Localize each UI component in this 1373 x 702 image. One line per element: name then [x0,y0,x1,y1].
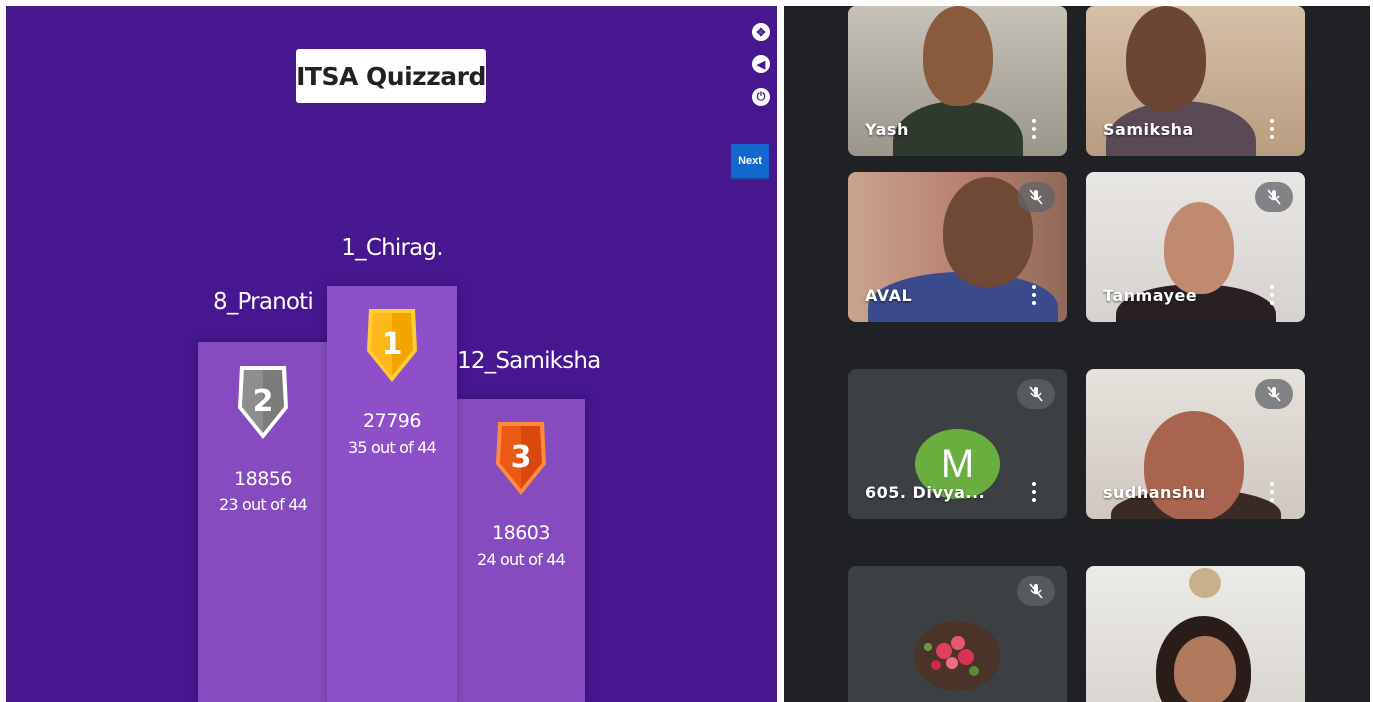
more-options-icon[interactable] [1031,285,1037,305]
quiz-title: ITSA Quizzard [296,49,486,103]
fullscreen-icon[interactable]: ✥ [752,23,770,41]
podium-second-name: 8_Pranoti [212,289,314,315]
power-icon[interactable]: ⏻ [752,88,770,106]
mic-muted-icon [1017,379,1055,409]
podium-first: 1 27796 35 out of 44 [327,286,457,702]
next-button[interactable]: Next [731,144,769,178]
podium-second-score: 18856 [234,468,292,490]
silver-medal-icon: 2 [238,366,288,439]
flower-avatar [914,621,1000,691]
participant-tile-divya[interactable]: M 605. Divya... [848,369,1067,519]
participant-name: Yash [865,120,909,139]
participant-tile-samiksha[interactable]: Samiksha [1086,6,1305,156]
podium-third-name: 12_Samiksha [457,348,601,374]
volume-icon[interactable]: ◀ [752,55,770,73]
participant-tile-flower[interactable] [848,566,1067,702]
podium-second: 2 18856 23 out of 44 [198,342,328,702]
more-options-icon[interactable] [1031,119,1037,139]
participant-tile-aval[interactable]: AVAL [848,172,1067,322]
mic-muted-icon [1255,182,1293,212]
more-options-icon[interactable] [1031,482,1037,502]
participant-name: AVAL [865,286,913,305]
participant-tile-yash[interactable]: Yash [848,6,1067,156]
podium-first-score: 27796 [363,410,421,432]
mic-muted-icon [1255,379,1293,409]
gold-medal-icon: 1 [367,309,417,382]
podium-first-correct: 35 out of 44 [347,438,437,457]
participant-tile-tanmayee[interactable]: Tanmayee [1086,172,1305,322]
bronze-rank: 3 [511,440,532,475]
mic-muted-icon [1017,576,1055,606]
participant-name: Tanmayee [1103,286,1198,305]
video-call-grid: Yash Samiksha AVAL Tanmayee M 605. Divya… [784,6,1370,702]
podium-third-score: 18603 [492,522,550,544]
podium-second-correct: 23 out of 44 [218,495,308,514]
more-options-icon[interactable] [1269,119,1275,139]
mic-muted-icon [1017,182,1055,212]
participant-name: sudhanshu [1103,483,1206,502]
more-options-icon[interactable] [1269,482,1275,502]
podium-third: 3 18603 24 out of 44 [457,399,585,702]
participant-name: 605. Divya... [865,483,986,502]
bronze-medal-icon: 3 [496,422,546,495]
podium-first-name: 1_Chirag. [341,235,443,261]
gold-rank: 1 [382,327,403,362]
participant-tile-sudhanshu[interactable]: sudhanshu [1086,369,1305,519]
quiz-leaderboard: ITSA Quizzard ✥ ◀ ⏻ Next 8_Pranoti 2 188… [6,6,777,702]
participant-name: Samiksha [1103,120,1194,139]
participant-tile-camera[interactable] [1086,566,1305,702]
silver-rank: 2 [253,384,274,419]
podium-third-correct: 24 out of 44 [476,550,566,569]
more-options-icon[interactable] [1269,285,1275,305]
